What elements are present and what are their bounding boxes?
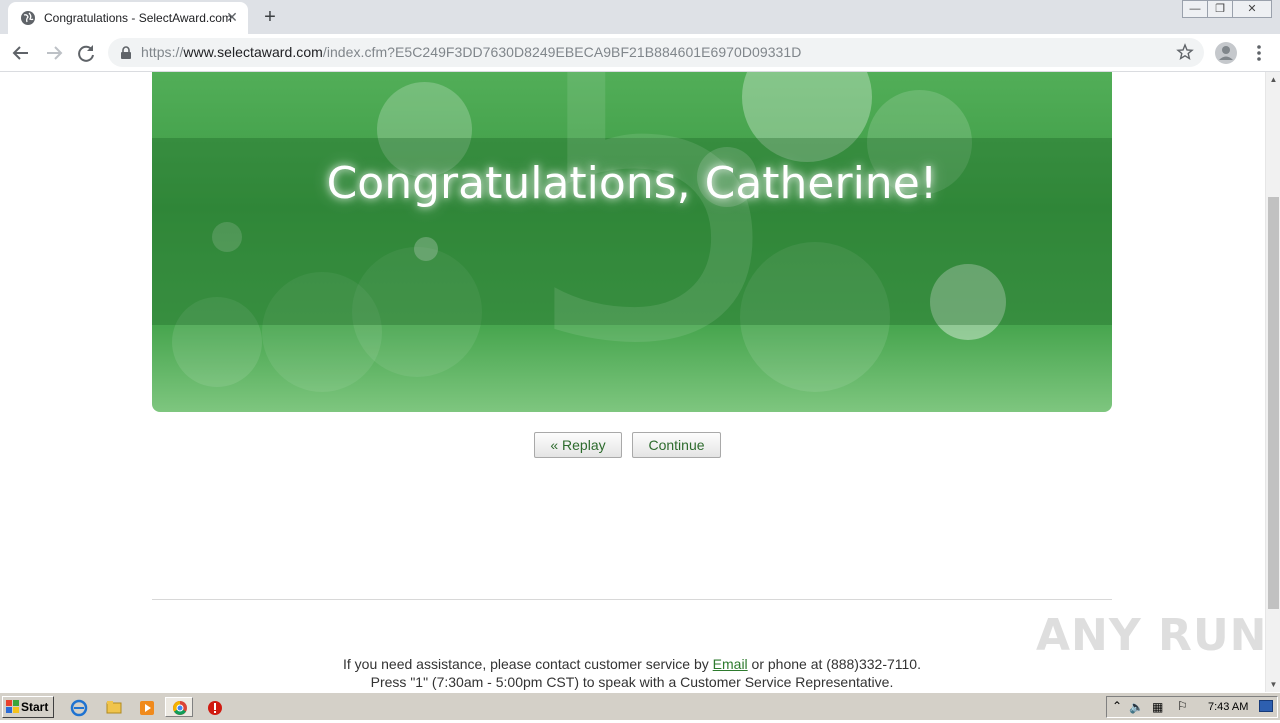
- tab-active[interactable]: Congratulations - SelectAward.com ✕: [8, 2, 248, 34]
- browser-window: Congratulations - SelectAward.com ✕ + — …: [0, 0, 1280, 720]
- start-button[interactable]: Start: [2, 696, 54, 718]
- tab-close-icon[interactable]: ✕: [224, 9, 240, 25]
- url-scheme: https://: [141, 44, 184, 60]
- globe-icon: [21, 11, 35, 25]
- congratulations-banner: 5 Congratulations, Catherine!: [152, 72, 1112, 412]
- internet-explorer-icon[interactable]: [64, 697, 92, 717]
- address-bar[interactable]: https://www.selectaward.com/index.cfm?E5…: [108, 38, 1204, 67]
- reload-icon[interactable]: [73, 40, 99, 66]
- network-icon[interactable]: ▦: [1152, 700, 1163, 714]
- windows-taskbar: Start ⌃ 🔈 ▦ ⚐ 7:43 AM: [0, 692, 1280, 720]
- tab-strip: Congratulations - SelectAward.com ✕ + — …: [0, 0, 1280, 34]
- url-path: /index.cfm?E5C249F3DD7630D8249EBECA9BF21…: [322, 44, 802, 60]
- tray-expand-icon[interactable]: ⌃: [1112, 699, 1122, 713]
- url-host: www.selectaward.com: [183, 44, 323, 60]
- browser-toolbar: https://www.selectaward.com/index.cfm?E5…: [0, 34, 1280, 72]
- windows-logo-icon: [6, 700, 19, 713]
- volume-icon[interactable]: 🔈: [1129, 700, 1144, 714]
- footer-line-1: If you need assistance, please contact c…: [152, 656, 1112, 672]
- chrome-icon[interactable]: [165, 697, 193, 717]
- close-window-button[interactable]: ✕: [1232, 0, 1272, 18]
- footer-text: or phone at (888)332-7110.: [747, 656, 921, 672]
- continue-button[interactable]: Continue: [632, 432, 721, 458]
- folder-icon[interactable]: [99, 697, 127, 717]
- start-label: Start: [21, 700, 49, 714]
- show-desktop-icon[interactable]: [1259, 700, 1273, 712]
- lock-icon: [121, 46, 131, 59]
- page-title: Congratulations, Catherine!: [326, 158, 938, 209]
- stop-icon[interactable]: [200, 697, 228, 717]
- kebab-menu-icon[interactable]: [1250, 41, 1268, 65]
- scroll-down-arrow-icon[interactable]: ▼: [1266, 677, 1280, 692]
- email-link[interactable]: Email: [713, 656, 748, 672]
- vertical-scrollbar[interactable]: ▲ ▼: [1265, 72, 1280, 692]
- page-viewport: 5 Congratulations, Catherine! « Replay C…: [0, 72, 1265, 692]
- footer-text: If you need assistance, please contact c…: [343, 656, 713, 672]
- back-arrow-icon[interactable]: [8, 40, 34, 66]
- scrollbar-thumb[interactable]: [1268, 197, 1279, 609]
- tab-title: Congratulations - SelectAward.com: [44, 11, 232, 25]
- media-player-icon[interactable]: [132, 697, 160, 717]
- bookmark-star-icon[interactable]: [1176, 43, 1194, 61]
- forward-arrow-icon[interactable]: [41, 40, 67, 66]
- new-tab-button[interactable]: +: [258, 6, 282, 28]
- url-text[interactable]: https://www.selectaward.com/index.cfm?E5…: [141, 44, 801, 60]
- profile-icon[interactable]: [1214, 41, 1238, 65]
- replay-button[interactable]: « Replay: [534, 432, 622, 458]
- scroll-up-arrow-icon[interactable]: ▲: [1266, 72, 1280, 87]
- footer-line-2: Press "1" (7:30am - 5:00pm CST) to speak…: [370, 674, 894, 690]
- footer-divider: [152, 599, 1112, 600]
- clock[interactable]: 7:43 AM: [1208, 701, 1248, 713]
- anyrun-watermark: ANY RUN: [1036, 610, 1268, 661]
- system-tray: ⌃ 🔈 ▦ ⚐ 7:43 AM: [1106, 696, 1278, 718]
- flag-icon[interactable]: ⚐: [1177, 699, 1188, 713]
- restore-button[interactable]: ❐: [1207, 0, 1233, 18]
- minimize-button[interactable]: —: [1182, 0, 1208, 18]
- banner-numeral: 5: [522, 72, 790, 412]
